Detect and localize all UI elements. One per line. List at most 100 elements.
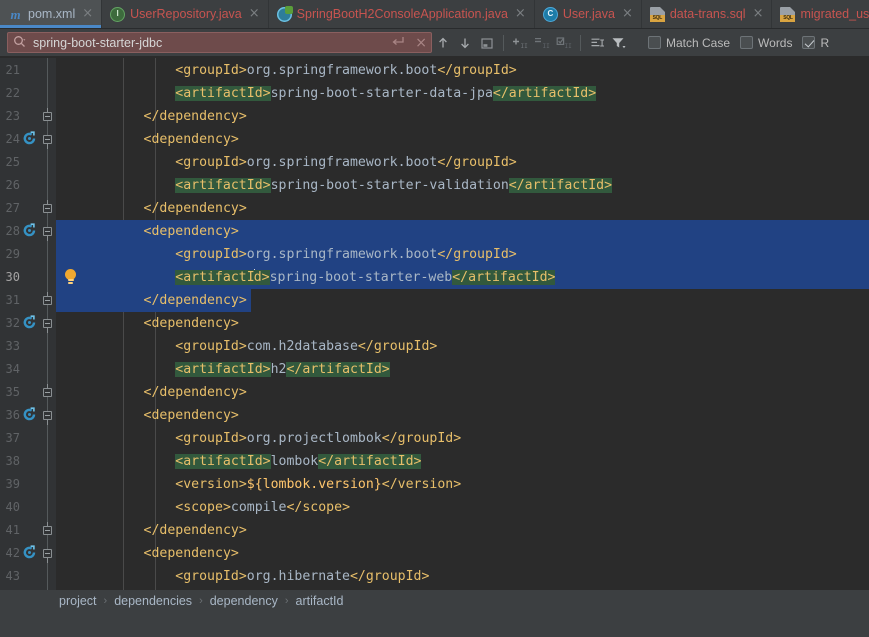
line-number: 27 bbox=[5, 201, 20, 215]
code-fold-marker[interactable] bbox=[43, 411, 52, 425]
code-fold-marker[interactable] bbox=[43, 135, 52, 149]
breadcrumb[interactable]: project › dependencies › dependency › artifact… bbox=[0, 590, 869, 612]
breadcrumb-item-artifactid[interactable]: artifactId bbox=[293, 594, 347, 608]
editor-tab-migrated-users-sql[interactable]: migrated_users.sql× bbox=[772, 0, 869, 28]
editor-tab-userrepository-java[interactable]: I UserRepository.java × bbox=[102, 0, 269, 28]
close-icon[interactable]: × bbox=[620, 7, 634, 22]
regex-box[interactable] bbox=[802, 36, 816, 49]
code-line[interactable]: <dependency> bbox=[56, 404, 869, 427]
code-fold-marker[interactable] bbox=[43, 108, 52, 121]
search-icon[interactable] bbox=[13, 35, 26, 50]
line-number: 41 bbox=[5, 523, 20, 537]
editor-tab-pom-xml[interactable]: m pom.xml × bbox=[0, 0, 103, 28]
code-line[interactable]: <dependency> bbox=[56, 220, 869, 243]
code-line[interactable]: </dependency> bbox=[56, 105, 869, 128]
words-label: Words bbox=[758, 35, 793, 50]
code-line[interactable]: <groupId>com.h2database</groupId> bbox=[56, 335, 869, 358]
close-icon[interactable]: × bbox=[513, 7, 527, 22]
search-input[interactable]: spring-boot-starter-jdbc × bbox=[7, 32, 432, 53]
maven-reimport-icon[interactable] bbox=[22, 223, 39, 240]
breadcrumb-separator: › bbox=[199, 595, 203, 607]
code-line[interactable]: <groupId>org.springframework.boot</group… bbox=[56, 59, 869, 82]
filter-icon[interactable] bbox=[608, 32, 630, 54]
status-bar bbox=[0, 612, 869, 637]
maven-reimport-icon[interactable] bbox=[22, 131, 39, 148]
code-fold-marker[interactable] bbox=[43, 384, 52, 397]
code-line[interactable]: <artifactId>spring-boot-starter-data-jpa… bbox=[56, 82, 869, 105]
line-number: 34 bbox=[5, 362, 20, 376]
close-icon[interactable]: × bbox=[247, 7, 261, 22]
code-line[interactable]: <groupId>org.projectlombok</groupId> bbox=[56, 427, 869, 450]
line-number: 28 bbox=[5, 224, 20, 238]
breadcrumb-item-dependencies[interactable]: dependencies bbox=[111, 594, 195, 608]
class-file-icon: C bbox=[542, 6, 558, 22]
code-line[interactable]: <groupId>org.springframework.boot</group… bbox=[56, 151, 869, 174]
editor-gutter[interactable]: 21 22 23 24 25 26 27 28 29 30 31 32 33 34 35 36 37 38 39 40… bbox=[0, 58, 56, 590]
code-fold-marker[interactable] bbox=[43, 549, 52, 563]
remove-selection-icon[interactable]: II bbox=[531, 32, 553, 54]
svg-text:II: II bbox=[520, 43, 528, 50]
code-line[interactable]: <version>${lombok.version}</version> bbox=[56, 473, 869, 496]
interface-file-icon: I bbox=[110, 6, 126, 22]
editor-tab-label: SpringBootH2ConsoleApplication.java bbox=[296, 6, 508, 21]
code-fold-marker[interactable] bbox=[43, 292, 52, 305]
code-line[interactable]: <dependency> bbox=[56, 128, 869, 151]
code-line[interactable]: <dependency> bbox=[56, 312, 869, 335]
match-case-checkbox[interactable]: Match Case bbox=[648, 36, 730, 50]
words-box[interactable] bbox=[740, 36, 754, 49]
breadcrumb-item-project[interactable]: project bbox=[56, 594, 100, 608]
add-selection-icon[interactable]: II bbox=[509, 32, 531, 54]
code-line[interactable]: <groupId>org.hibernate</groupId> bbox=[56, 565, 869, 588]
code-fold-marker[interactable] bbox=[43, 522, 52, 535]
line-number: 21 bbox=[5, 63, 20, 77]
code-line[interactable]: <artifactId>spring-boot-starter-validati… bbox=[56, 174, 869, 197]
editor-tab-springbooth2consoleapplication-java[interactable]: SpringBootH2ConsoleApplication.java × bbox=[269, 0, 535, 28]
editor-tab-user-java[interactable]: C User.java × bbox=[535, 0, 642, 28]
match-case-label: Match Case bbox=[666, 35, 731, 50]
maven-reimport-icon[interactable] bbox=[22, 315, 39, 332]
line-number: 22 bbox=[5, 86, 20, 100]
code-line[interactable]: <artifactId>spring-boot-starter-web</art… bbox=[56, 266, 869, 289]
code-line[interactable]: </dependency> bbox=[56, 519, 869, 542]
code-line[interactable]: </dependency> bbox=[56, 381, 869, 404]
maven-reimport-icon[interactable] bbox=[22, 407, 39, 424]
line-number: 31 bbox=[5, 293, 20, 307]
breadcrumb-item-dependency[interactable]: dependency bbox=[207, 594, 281, 608]
code-line[interactable]: <dependency> bbox=[56, 542, 869, 565]
code-editor[interactable]: 21 22 23 24 25 26 27 28 29 30 31 32 33 34 35 36 37 38 39 40… bbox=[0, 58, 869, 590]
words-checkbox[interactable]: Words bbox=[740, 36, 792, 50]
new-line-icon[interactable] bbox=[391, 36, 405, 50]
find-previous-button[interactable] bbox=[432, 32, 454, 54]
editor-tab-label: migrated_users.sql bbox=[800, 6, 869, 21]
code-line[interactable]: </dependency> bbox=[56, 289, 869, 312]
code-line[interactable]: <scope>compile</scope> bbox=[56, 496, 869, 519]
line-number: 25 bbox=[5, 155, 20, 169]
editor-tab-data-trans-sql[interactable]: data-trans.sql × bbox=[642, 0, 773, 28]
maven-reimport-icon[interactable] bbox=[22, 545, 39, 562]
code-line[interactable]: <groupId>org.springframework.boot</group… bbox=[56, 243, 869, 266]
select-occurrences-icon[interactable]: II bbox=[553, 32, 575, 54]
line-number: 43 bbox=[5, 569, 20, 583]
regex-checkbox[interactable]: R bbox=[802, 36, 829, 50]
code-line[interactable]: <artifactId>h2</artifactId> bbox=[56, 358, 869, 381]
line-number: 29 bbox=[5, 247, 20, 261]
line-number: 42 bbox=[5, 546, 20, 560]
code-line[interactable]: <artifactId>lombok</artifactId> bbox=[56, 450, 869, 473]
editor-tab-label: data-trans.sql bbox=[669, 6, 746, 21]
active-tab-underline bbox=[0, 25, 102, 28]
code-line[interactable]: </dependency> bbox=[56, 197, 869, 220]
code-content[interactable]: Web 依賴 <groupId>org.springframework.boot… bbox=[56, 58, 869, 590]
search-input-value[interactable]: spring-boot-starter-jdbc bbox=[33, 36, 391, 50]
close-icon[interactable]: × bbox=[80, 7, 94, 22]
code-fold-marker[interactable] bbox=[43, 319, 52, 333]
line-number: 37 bbox=[5, 431, 20, 445]
line-number: 32 bbox=[5, 316, 20, 330]
select-all-occurrences-button[interactable] bbox=[476, 32, 498, 54]
close-icon[interactable]: × bbox=[751, 7, 765, 22]
code-fold-marker[interactable] bbox=[43, 200, 52, 213]
in-selection-icon[interactable] bbox=[586, 32, 608, 54]
match-case-box[interactable] bbox=[648, 36, 661, 49]
close-icon[interactable]: × bbox=[415, 36, 427, 50]
code-fold-marker[interactable] bbox=[43, 227, 52, 241]
find-next-button[interactable] bbox=[454, 32, 476, 54]
